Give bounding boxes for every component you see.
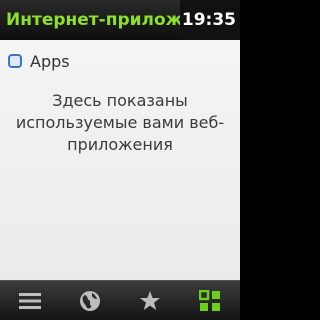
apps-label: Apps bbox=[30, 51, 70, 71]
apps-grid-button[interactable] bbox=[190, 283, 230, 319]
panel-header: Apps bbox=[0, 40, 240, 82]
star-icon bbox=[140, 290, 160, 310]
bottom-toolbar bbox=[0, 280, 240, 320]
globe-button[interactable] bbox=[70, 283, 110, 319]
apps-icon bbox=[8, 54, 22, 68]
empty-message: Здесь показаны используемые вами веб-при… bbox=[15, 91, 225, 154]
status-bar: Интернет-приложения 19:35 bbox=[0, 0, 240, 40]
favorites-button[interactable] bbox=[130, 283, 170, 319]
grid-icon bbox=[199, 289, 220, 311]
content-panel: Apps Здесь показаны используемые вами ве… bbox=[0, 40, 240, 280]
app-title: Интернет-приложения bbox=[6, 10, 180, 30]
globe-icon bbox=[80, 290, 100, 311]
menu-icon bbox=[19, 292, 41, 309]
menu-button[interactable] bbox=[10, 283, 50, 319]
clock: 19:35 bbox=[179, 0, 240, 40]
